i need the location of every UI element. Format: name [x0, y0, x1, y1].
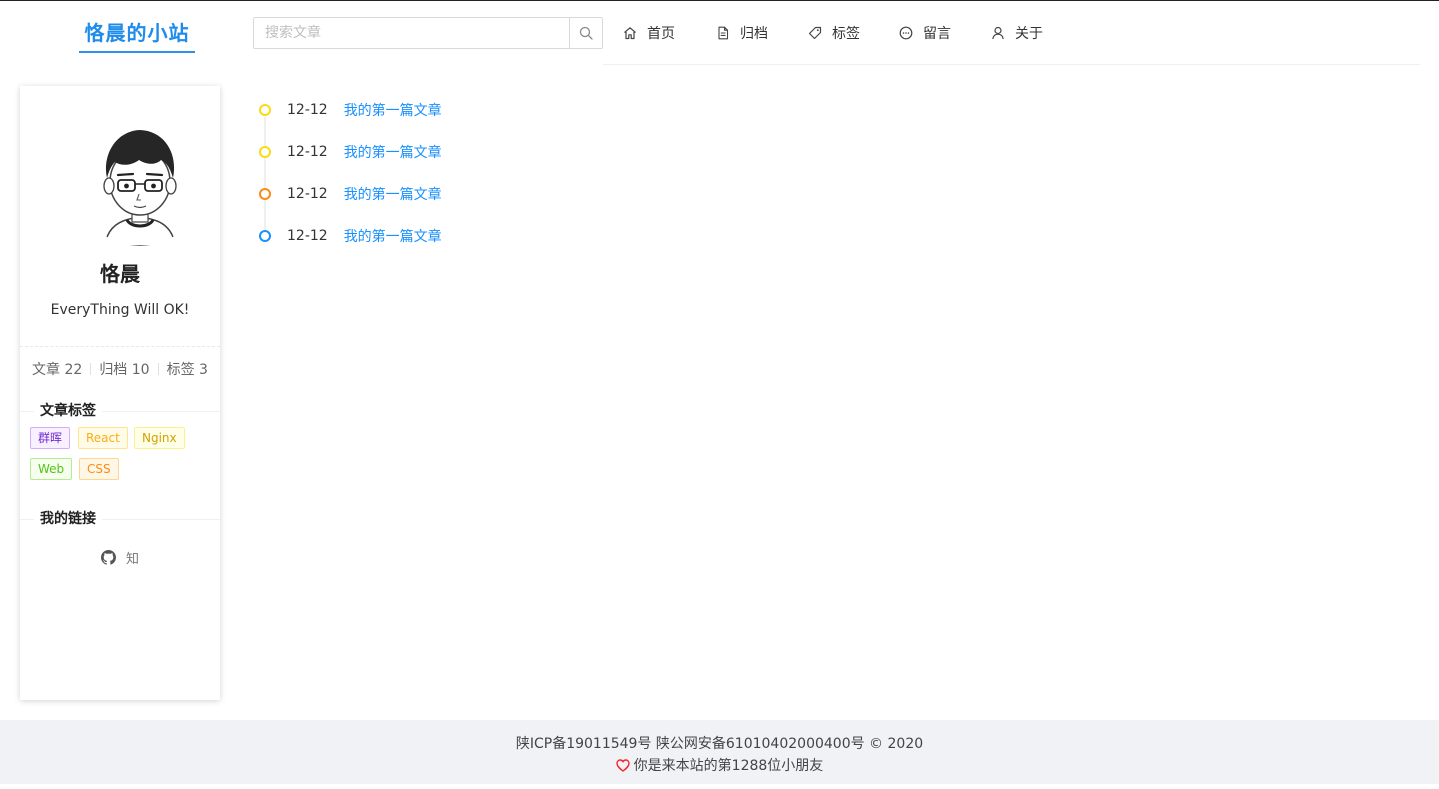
tag-qunhui[interactable]: 群晖: [30, 427, 71, 449]
article-date: 12-12: [287, 144, 328, 160]
nav-label: 留言: [923, 26, 951, 42]
avatar-illustration: [75, 116, 205, 246]
profile-name: 恪晨: [100, 262, 140, 286]
home-icon: [624, 27, 636, 40]
nav-label: 标签: [832, 26, 860, 42]
search-button[interactable]: [569, 18, 602, 48]
article-date: 12-12: [287, 228, 328, 244]
site-logo[interactable]: 恪晨的小站: [79, 12, 195, 53]
message-icon: [899, 26, 913, 40]
tag-web[interactable]: Web: [30, 458, 73, 480]
timeline-item: 12-12 我的第一篇文章: [258, 223, 658, 249]
nav-item-message[interactable]: 留言: [899, 1, 951, 65]
timeline-dot: [259, 230, 271, 242]
tag-css[interactable]: CSS: [79, 458, 119, 480]
timeline-dot: [259, 146, 271, 158]
footer-icp[interactable]: 陕ICP备19011549号 陕公网安备61010402000400号 © 20…: [0, 733, 1439, 753]
section-title-text: 我的链接: [34, 509, 102, 529]
profile-motto: EveryThing Will OK!: [50, 302, 190, 318]
nav-label: 首页: [647, 26, 675, 42]
visitor-count-text: 你是来本站的第1288位小朋友: [633, 758, 824, 774]
search-input[interactable]: [254, 18, 569, 48]
divider: [20, 346, 220, 347]
avatar: [75, 116, 205, 246]
section-title-text: 文章标签: [34, 401, 102, 421]
stat-tags[interactable]: 标签 3: [167, 359, 208, 379]
article-link[interactable]: 我的第一篇文章: [344, 226, 442, 246]
article-link[interactable]: 我的第一篇文章: [344, 184, 442, 204]
tag-nginx[interactable]: Nginx: [134, 427, 185, 449]
timeline-dot: [259, 188, 271, 200]
article-date: 12-12: [287, 186, 328, 202]
tag-react[interactable]: React: [78, 427, 128, 449]
article-timeline: 12-12 我的第一篇文章 12-12 我的第一篇文章 12-12 我的第一篇文…: [258, 97, 658, 257]
timeline-item: 12-12 我的第一篇文章: [258, 97, 658, 123]
article-date: 12-12: [287, 102, 328, 118]
links-section-title: 我的链接: [20, 509, 220, 529]
timeline-line: [264, 117, 266, 235]
timeline-item: 12-12 我的第一篇文章: [258, 139, 658, 165]
search-icon: [579, 26, 593, 40]
github-icon: [100, 550, 116, 565]
nav-label: 关于: [1015, 26, 1043, 42]
timeline-item: 12-12 我的第一篇文章: [258, 181, 658, 207]
user-icon: [992, 26, 1004, 40]
stat-archives[interactable]: 归档 10: [99, 359, 149, 379]
nav-item-about[interactable]: 关于: [991, 1, 1043, 65]
search-box: [253, 17, 603, 49]
profile-stats: 文章 22 归档 10 标签 3: [20, 359, 220, 379]
divider: [90, 363, 92, 375]
footer: 陕ICP备19011549号 陕公网安备61010402000400号 © 20…: [0, 720, 1439, 784]
nav-item-tags[interactable]: 标签: [808, 1, 860, 65]
header: 恪晨的小站 首页 归档 标签: [0, 1, 1439, 65]
article-link[interactable]: 我的第一篇文章: [344, 100, 442, 120]
nav-label: 归档: [740, 26, 768, 42]
tags-section-title: 文章标签: [20, 401, 220, 421]
footer-visitor: 你是来本站的第1288位小朋友: [0, 755, 1439, 775]
profile-sidebar: 恪晨 EveryThing Will OK! 文章 22 归档 10 标签 3 …: [20, 86, 220, 700]
nav-item-home[interactable]: 首页: [623, 1, 675, 65]
stat-articles[interactable]: 文章 22: [32, 359, 82, 379]
timeline-dot: [259, 104, 271, 116]
divider: [157, 363, 159, 375]
social-links: 知: [20, 548, 220, 567]
github-link[interactable]: [100, 550, 116, 565]
article-link[interactable]: 我的第一篇文章: [344, 142, 442, 162]
nav-item-archive[interactable]: 归档: [716, 1, 768, 65]
tag-icon: [808, 26, 822, 40]
main-nav: 首页 归档 标签 留言 关于: [603, 1, 1420, 65]
heart-icon: [615, 758, 630, 772]
zhihu-link[interactable]: 知: [126, 548, 139, 567]
file-icon: [718, 26, 729, 40]
